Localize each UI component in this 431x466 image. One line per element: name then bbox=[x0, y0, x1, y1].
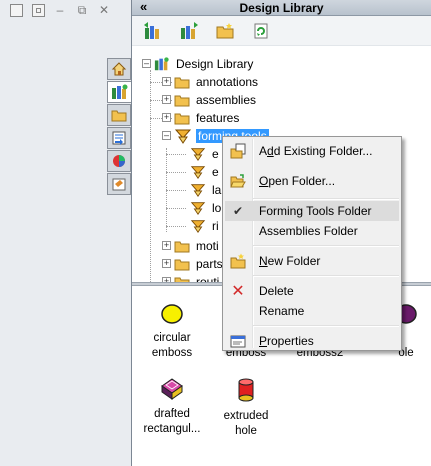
tree-expander[interactable]: – bbox=[142, 59, 151, 68]
window-maximize-button[interactable] bbox=[30, 2, 46, 18]
folder-icon bbox=[111, 110, 127, 122]
folder-icon bbox=[174, 241, 190, 253]
tree-item-forming-child[interactable]: e bbox=[190, 145, 221, 163]
library-forward-icon bbox=[181, 21, 198, 39]
tree-item-forming-child[interactable]: lo bbox=[190, 199, 223, 217]
tab-design-library[interactable] bbox=[107, 81, 133, 103]
window-tile-button[interactable]: ⧉ bbox=[74, 2, 90, 18]
new-folder-icon bbox=[230, 253, 246, 269]
pane-title: Design Library bbox=[239, 0, 324, 15]
refresh-button[interactable] bbox=[250, 20, 272, 42]
add-file-location-button[interactable] bbox=[214, 20, 236, 42]
home-icon bbox=[111, 62, 127, 76]
tree-item-assemblies[interactable]: assemblies bbox=[174, 91, 258, 109]
tree-expander[interactable]: + bbox=[162, 241, 171, 250]
drafted-rectangular-icon bbox=[161, 378, 183, 400]
context-menu: Add Existing Folder... Open Folder... ✔ … bbox=[222, 136, 402, 351]
folder-icon bbox=[174, 77, 190, 89]
back-button[interactable] bbox=[142, 20, 164, 42]
gallery-item-drafted-rectangular[interactable]: drafted rectangul... bbox=[134, 376, 210, 437]
folder-icon bbox=[174, 259, 190, 271]
forming-tool-folder-icon bbox=[190, 220, 206, 234]
menu-item-assemblies-folder[interactable]: Assemblies Folder bbox=[225, 221, 399, 241]
tree-expander[interactable]: + bbox=[162, 113, 171, 122]
design-library-icon bbox=[154, 57, 169, 71]
tab-resources[interactable] bbox=[107, 58, 131, 80]
tree-item-motion[interactable]: moti bbox=[174, 237, 221, 255]
properties-icon bbox=[230, 335, 246, 348]
tree-item-forming-child[interactable]: e bbox=[190, 163, 221, 181]
extruded-hole-icon bbox=[238, 378, 254, 402]
folder-icon bbox=[174, 95, 190, 107]
menu-item-open-folder[interactable]: Open Folder... bbox=[225, 171, 399, 191]
menu-item-delete[interactable]: ✕ Delete bbox=[225, 281, 399, 301]
gallery-item-extruded-hole[interactable]: extruded hole bbox=[208, 376, 284, 439]
refresh-icon bbox=[254, 23, 268, 38]
gallery-item-circular-emboss[interactable]: circular emboss bbox=[134, 302, 210, 361]
add-folder-icon bbox=[216, 22, 234, 38]
menu-item-add-existing-folder[interactable]: Add Existing Folder... bbox=[225, 141, 399, 161]
delete-icon: ✕ bbox=[231, 283, 245, 300]
tree-expander[interactable]: – bbox=[162, 131, 171, 140]
add-existing-folder-icon bbox=[230, 143, 246, 159]
folder-icon bbox=[174, 277, 190, 282]
forming-tool-folder-icon bbox=[190, 148, 206, 162]
forming-tools-folder-icon bbox=[174, 129, 192, 144]
task-pane-tabs bbox=[107, 58, 133, 195]
menu-item-new-folder[interactable]: New Folder bbox=[225, 251, 399, 271]
menu-item-rename[interactable]: Rename bbox=[225, 301, 399, 321]
tree-item-features[interactable]: features bbox=[174, 109, 241, 127]
forming-tool-folder-icon bbox=[190, 184, 206, 198]
pane-title-bar: « Design Library bbox=[132, 0, 431, 16]
tree-item-design-library[interactable]: Design Library bbox=[154, 55, 255, 73]
circular-emboss-icon bbox=[161, 304, 183, 324]
tree-item-forming-child[interactable]: la bbox=[190, 181, 223, 199]
tree-expander[interactable]: + bbox=[162, 95, 171, 104]
tree-item-annotations[interactable]: annotations bbox=[174, 73, 260, 91]
window-close-button[interactable]: ✕ bbox=[96, 2, 112, 18]
folder-icon bbox=[174, 113, 190, 125]
tree-item-parts[interactable]: parts bbox=[174, 255, 225, 273]
tab-file-explorer[interactable] bbox=[107, 104, 131, 126]
menu-item-properties[interactable]: Properties bbox=[225, 331, 399, 351]
tree-item-routing[interactable]: routi bbox=[174, 273, 221, 282]
forming-tool-folder-icon bbox=[190, 166, 206, 180]
tree-expander[interactable]: + bbox=[162, 77, 171, 86]
custom-properties-icon bbox=[112, 178, 126, 191]
forward-button[interactable] bbox=[178, 20, 200, 42]
design-library-icon bbox=[112, 84, 128, 99]
window-minimize-button[interactable]: – bbox=[52, 2, 68, 18]
appearances-icon bbox=[113, 155, 125, 167]
window-restore-button[interactable] bbox=[8, 2, 24, 18]
open-folder-icon bbox=[230, 174, 246, 188]
tree-item-forming-child[interactable]: ri bbox=[190, 217, 221, 235]
pane-toolbar bbox=[132, 16, 431, 46]
forming-tool-folder-icon bbox=[190, 202, 206, 216]
view-palette-icon bbox=[112, 131, 126, 145]
tab-view-palette[interactable] bbox=[107, 127, 131, 149]
checkmark-icon: ✔ bbox=[232, 204, 244, 218]
library-back-icon bbox=[144, 21, 159, 39]
tab-custom-properties[interactable] bbox=[107, 173, 131, 195]
menu-item-forming-tools-folder[interactable]: ✔ Forming Tools Folder bbox=[225, 201, 399, 221]
tab-appearances[interactable] bbox=[107, 150, 131, 172]
tree-expander[interactable]: + bbox=[162, 259, 171, 268]
window-controls: – ⧉ ✕ bbox=[8, 2, 112, 20]
